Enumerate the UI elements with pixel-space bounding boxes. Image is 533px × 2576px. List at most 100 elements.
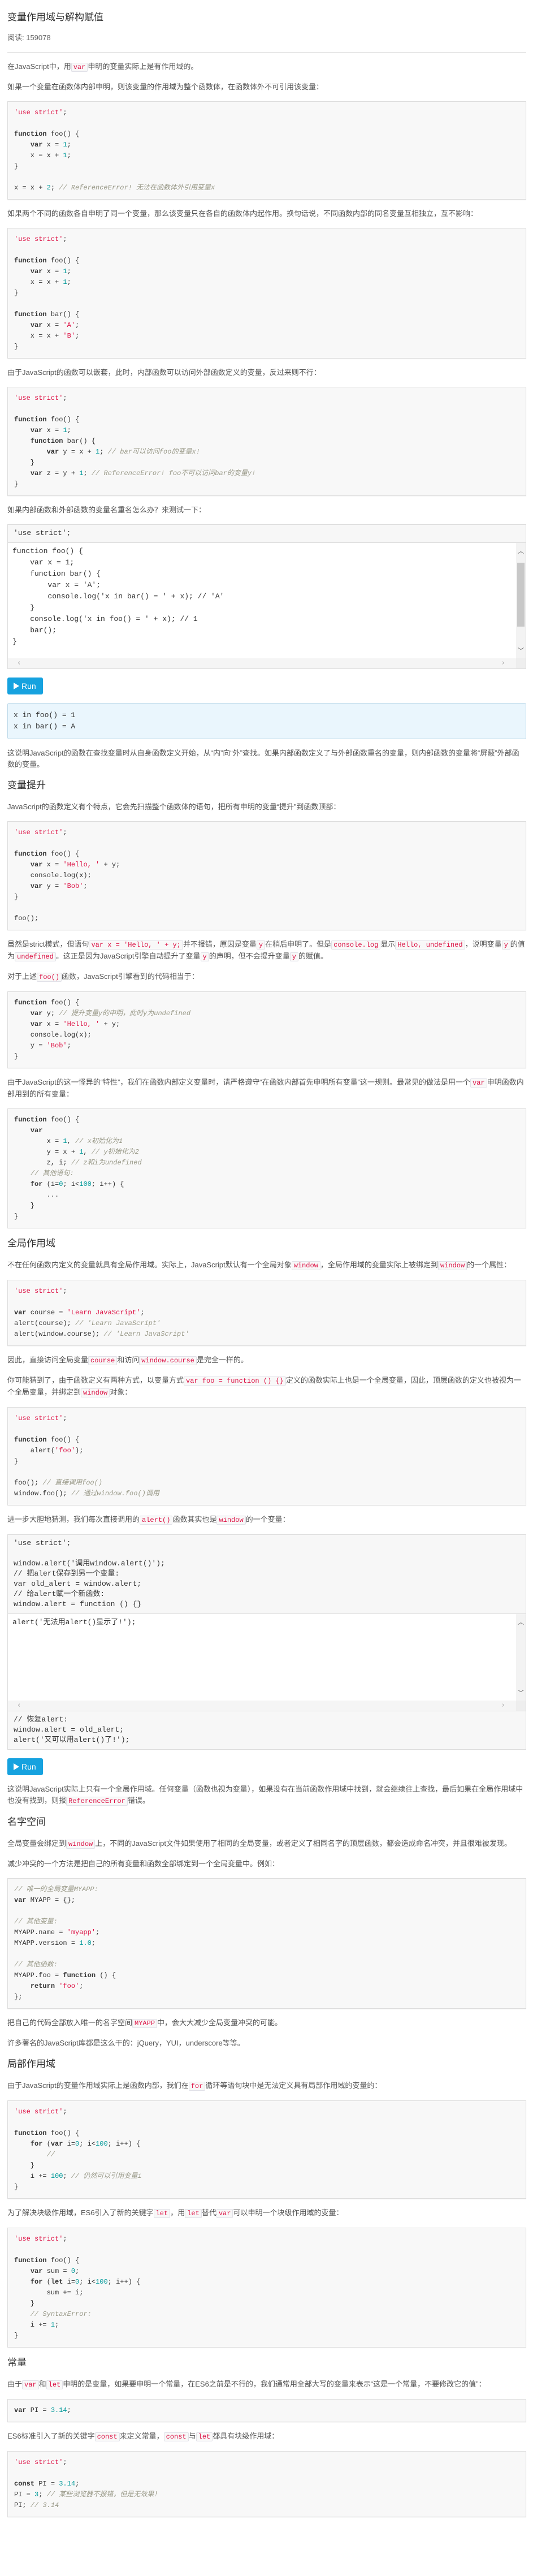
paragraph-text: ，全局作用域的变量实际上被绑定到 — [320, 1261, 438, 1269]
read-count: 阅读: 159078 — [7, 33, 51, 42]
paragraph-text: 这说明JavaScript的函数在查找变量时从自身函数定义开始，从“内”向“外”… — [7, 749, 519, 769]
editor-line[interactable]: console.log('x in foo() = ' + x); // 1 — [12, 614, 521, 625]
paragraph-text: 如果一个变量在函数体内部申明，则该变量的作用域为整个函数体，在函数体外不可引用该… — [7, 83, 324, 91]
chevron-up-icon[interactable]: ︿ — [516, 547, 526, 555]
editor-input-area[interactable]: function foo() { var x = 1; function bar… — [8, 543, 526, 668]
code-comment: // 通过window.foo()调用 — [71, 1490, 159, 1498]
code-keyword: var — [30, 321, 43, 329]
inline-code: window — [216, 1516, 246, 1525]
code-line: function bar() { — [14, 310, 80, 318]
editor-header-line: 'use strict'; — [14, 1539, 71, 1547]
code-keyword: var — [30, 1009, 43, 1017]
code-line: }; — [14, 1993, 23, 2001]
editor-line[interactable]: var x = 1; — [12, 557, 521, 568]
horizontal-scrollbar[interactable]: ‹ › — [8, 1701, 516, 1711]
output-line: x in foo() = 1 — [14, 711, 76, 719]
code-line: var MYAPP = {}; — [14, 1896, 76, 1904]
paragraph-text: 和访问 — [117, 1356, 140, 1364]
code-line: } — [14, 1202, 35, 1210]
horizontal-scrollbar[interactable]: ‹ › — [8, 658, 516, 668]
output-line: x in bar() = A — [14, 722, 76, 731]
chevron-down-icon[interactable]: ﹀ — [516, 1689, 526, 1697]
editor-line[interactable]: bar(); — [12, 625, 521, 636]
code-keyword: let — [50, 2278, 63, 2286]
inline-code: window — [437, 1261, 467, 1270]
code-keyword: var — [30, 861, 43, 869]
editor-input-area[interactable]: alert('无法用alert()显示了!'); ︿ ﹀ ‹ › — [8, 1614, 526, 1711]
paragraph-text: 因此，直接访问全局变量 — [7, 1356, 89, 1364]
chevron-down-icon[interactable]: ﹀ — [516, 647, 526, 655]
article-page: 变量作用域与解构赋值 阅读: 159078 在JavaScript中，用 var 申… — [0, 0, 533, 2539]
code-line: z, i; // z和i为undefined — [14, 1159, 142, 1167]
vertical-scrollbar[interactable]: ︿ ﹀ — [516, 543, 526, 658]
editor-line[interactable]: console.log('x in bar() = ' + x); // 'A' — [12, 591, 521, 602]
code-string: 'use strict' — [14, 394, 63, 402]
code-line: return 'foo'; — [30, 1982, 84, 1990]
code-block: function foo() { var x = 1, // x初始化为1 y … — [7, 1108, 526, 1228]
editor-line[interactable]: function foo() { — [12, 546, 521, 557]
paragraph: 不在任何函数内定义的变量就具有全局作用域。实际上，JavaScript默认有一个… — [7, 1259, 526, 1271]
paragraph: ES6标准引入了新的关键字 const 来定义常量， const 与 let 都具有块级作用… — [7, 2431, 526, 2443]
code-number: 0 — [75, 2278, 80, 2286]
inline-code: course — [88, 1356, 118, 1365]
article-body: 在JavaScript中，用 var 申明的变量实际上是有作用域的。 如果一个变量在函… — [7, 61, 526, 2517]
code-line: 'use strict'; — [14, 109, 67, 116]
paragraph-text: 的声明，但不会提升变量 — [209, 952, 290, 960]
editor-header-line: // 把alert保存到另一个变量: — [14, 1569, 120, 1578]
paragraph: 对于上述 foo() 函数，JavaScript引擎看到的代码相当于： — [7, 971, 526, 983]
code-line: } — [14, 480, 19, 488]
editor-line[interactable]: alert('无法用alert()显示了!'); — [12, 1617, 521, 1628]
code-line: } — [14, 289, 19, 297]
chevron-left-icon[interactable]: ‹ — [18, 1701, 20, 1711]
code-block: var PI = 3.14; — [7, 2399, 526, 2422]
code-line: } — [14, 893, 19, 901]
run-button-label: Run — [21, 1762, 36, 1771]
code-line: var x = 1; — [30, 267, 71, 275]
section-heading: 全局作用域 — [7, 1238, 55, 1249]
chevron-right-icon[interactable]: › — [502, 658, 505, 668]
editor-footer-line: alert('又可以用alert()了!'); — [14, 1736, 130, 1744]
inline-code: window — [66, 1840, 96, 1849]
scrollbar-thumb[interactable] — [517, 563, 525, 627]
code-number: 1 — [96, 448, 100, 456]
run-button[interactable]: Run — [7, 1758, 43, 1775]
paragraph-text: 来定义常量， — [119, 2432, 164, 2440]
code-comment: // 其他语句: — [30, 1170, 74, 1177]
paragraph-text: 你可能猜到了，由于函数定义有两种方式，以变量方式 — [7, 1376, 184, 1384]
paragraph-text: 与 — [188, 2432, 196, 2440]
paragraph-text: 中，会大大减少全局变量冲突的可能。 — [157, 2018, 283, 2027]
paragraph-text: 的赋值。 — [298, 952, 328, 960]
code-keyword: for — [30, 2140, 43, 2148]
paragraph-text: 是完全一样的。 — [196, 1356, 248, 1364]
editor-line[interactable]: } — [12, 602, 521, 614]
chevron-right-icon[interactable]: › — [502, 1701, 505, 1711]
code-line: 'use strict'; — [14, 1287, 67, 1295]
code-keyword: function — [14, 2256, 47, 2264]
editor-text[interactable]: alert('无法用alert()显示了!'); — [8, 1614, 526, 1631]
paragraph-text: 如果内部函数和外部函数的变量名重名怎么办？来测试一下： — [7, 506, 206, 514]
play-triangle-icon — [14, 683, 19, 689]
code-line: var x = 'Hello, ' + y; — [30, 861, 120, 869]
vertical-scrollbar[interactable]: ︿ ﹀ — [516, 1614, 526, 1701]
code-line: for (let i=0; i<100; i++) { — [30, 2278, 141, 2286]
chevron-left-icon[interactable]: ‹ — [18, 658, 20, 668]
editor-line[interactable]: } — [12, 636, 521, 648]
chevron-up-icon[interactable]: ︿ — [516, 1619, 526, 1626]
code-line: // 其他变量: — [14, 1917, 519, 1927]
editor-line[interactable]: function bar() { — [12, 568, 521, 580]
paragraph-text: 。这正是因为JavaScript引擎自动提升了变量 — [55, 952, 201, 960]
code-number: 1 — [63, 152, 67, 159]
code-string: 'use strict' — [14, 235, 63, 243]
editor-text[interactable]: function foo() { var x = 1; function bar… — [8, 543, 526, 650]
editor-line[interactable]: var x = 'A'; — [12, 580, 521, 591]
run-button[interactable]: Run — [7, 678, 43, 694]
inline-code: window — [81, 1388, 110, 1397]
code-editor: 'use strict'; window.alert('调用window.aler… — [7, 1534, 526, 1750]
code-number: 1 — [63, 426, 67, 434]
code-keyword: var — [30, 141, 43, 149]
